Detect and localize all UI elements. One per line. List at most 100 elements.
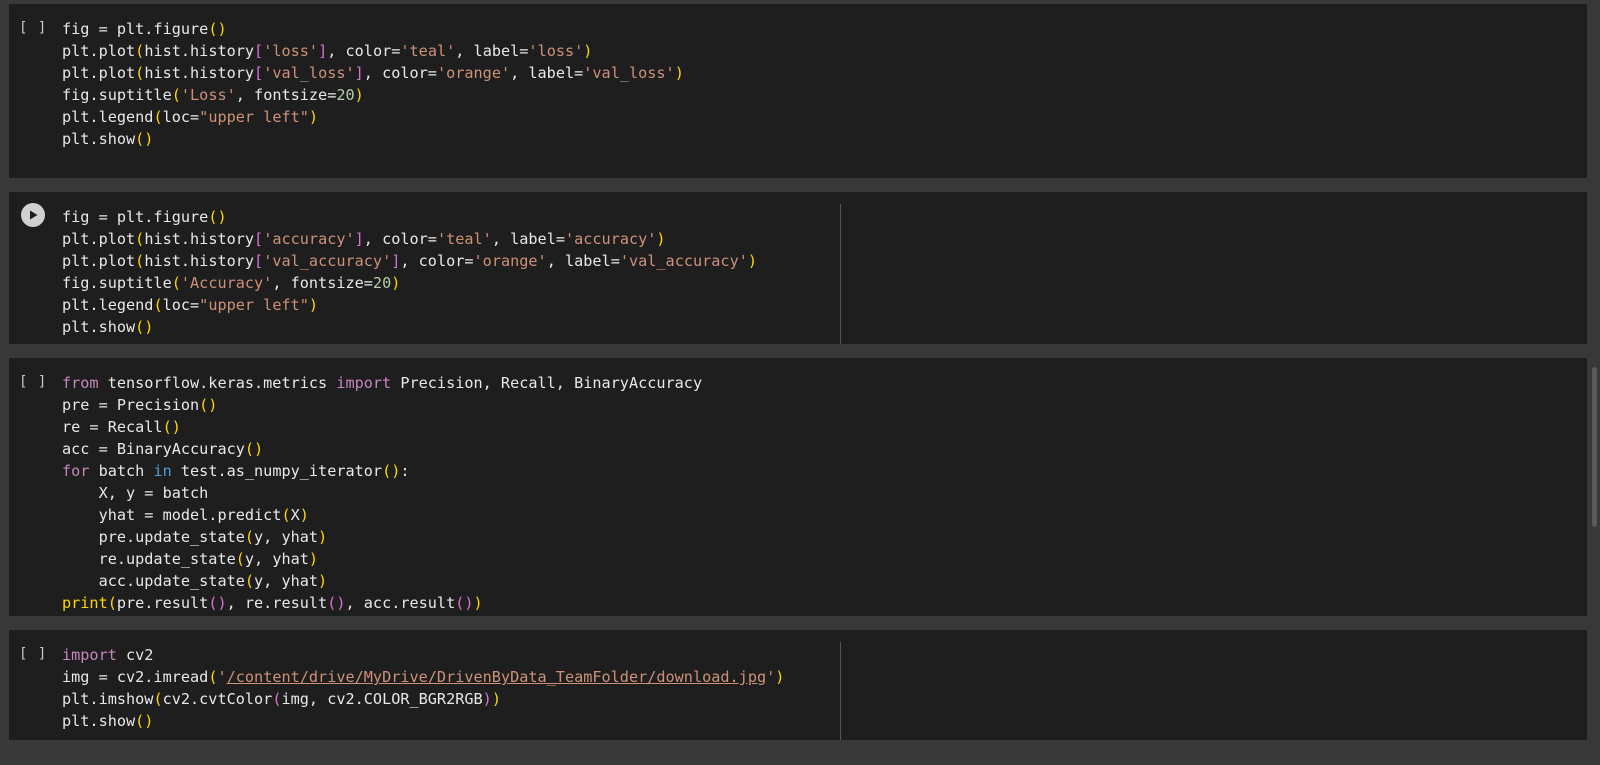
code-token: , label= [510, 64, 584, 82]
play-icon [30, 210, 38, 220]
code-token: , color= [327, 42, 401, 60]
code-token: () [382, 462, 401, 480]
code-token: ) [318, 528, 328, 546]
code-token: import [336, 374, 392, 392]
code-token: pre.result [116, 594, 209, 612]
code-token: () [208, 208, 227, 226]
code-token: plt.legend [62, 296, 154, 314]
code-token: 20 [372, 274, 392, 292]
code-line: acc = BinaryAccuracy() [62, 438, 702, 460]
code-line: yhat = model.predict(X) [62, 504, 702, 526]
code-token: acc.update_state [62, 572, 245, 590]
code-token: 'accuracy' [263, 230, 355, 248]
code-token: fig.suptitle [62, 86, 172, 104]
code-token: 'val_accuracy' [619, 252, 748, 270]
code-token: 'orange' [436, 64, 511, 82]
code-token: , fontsize= [235, 86, 337, 104]
code-token: plt.show [62, 130, 136, 148]
code-line: re = Recall() [62, 416, 702, 438]
code-token: ( [135, 64, 145, 82]
code-token: hist.history [144, 252, 255, 270]
code-token: in [153, 462, 172, 480]
code-token: for [62, 462, 90, 480]
cell-run-indicator[interactable]: [ ] [19, 646, 47, 662]
code-token: "upper left" [199, 296, 309, 314]
code-token: ] [318, 42, 328, 60]
code-token: hist.history [144, 230, 255, 248]
code-token: loc= [162, 296, 200, 314]
code-cell-imread[interactable]: [ ] import cv2 img = cv2.imread('/content… [9, 630, 1587, 740]
vertical-scrollbar[interactable] [1592, 367, 1597, 527]
code-line: print(pre.result(), re.result(), acc.res… [62, 592, 702, 614]
code-line: X, y = batch [62, 482, 702, 504]
code-line: plt.legend(loc="upper left") [62, 294, 757, 316]
code-token: : [400, 462, 410, 480]
code-line: fig = plt.figure() [62, 206, 757, 228]
code-token: test.as_numpy_iterator [171, 462, 383, 480]
code-line: import cv2 [62, 644, 784, 666]
code-token: ( [235, 550, 245, 568]
code-token: , color= [363, 230, 437, 248]
code-token: 'loss' [528, 42, 584, 60]
code-token: ( [135, 230, 145, 248]
notebook-page: [ ] fig = plt.figure() plt.plot(hist.hist… [0, 0, 1600, 765]
code-token: 'teal' [436, 230, 492, 248]
code-token: fig = plt.figure [62, 20, 209, 38]
code-token: plt.plot [62, 230, 136, 248]
code-token: ) [391, 274, 401, 292]
code-token: ) [473, 594, 483, 612]
code-line: re.update_state(y, yhat) [62, 548, 702, 570]
code-line: plt.show() [62, 128, 684, 150]
code-token: [ [254, 230, 264, 248]
code-cell-loss-plot[interactable]: [ ] fig = plt.figure() plt.plot(hist.hist… [9, 4, 1587, 178]
code-token: ) [775, 668, 785, 686]
code-token: plt.plot [62, 252, 136, 270]
code-line: plt.imshow(cv2.cvtColor(img, cv2.COLOR_B… [62, 688, 784, 710]
code-line: pre = Precision() [62, 394, 702, 416]
cell-run-indicator[interactable]: [ ] [19, 20, 47, 36]
code-line: pre.update_state(y, yhat) [62, 526, 702, 548]
code-token: [ [254, 64, 264, 82]
cell-code-editor[interactable]: import cv2 img = cv2.imread('/content/dri… [62, 644, 784, 732]
code-cell-accuracy-plot[interactable]: fig = plt.figure() plt.plot(hist.history[… [9, 192, 1587, 344]
code-token: ( [153, 690, 163, 708]
code-token: ( [171, 86, 181, 104]
cell-run-indicator[interactable]: [ ] [19, 374, 47, 390]
code-token: fig = plt.figure [62, 208, 209, 226]
cell-code-editor[interactable]: fig = plt.figure() plt.plot(hist.history[… [62, 18, 684, 150]
code-token: "upper left" [199, 108, 309, 126]
code-token: ) [308, 108, 319, 126]
code-token: ] [391, 252, 401, 270]
code-token: ) [583, 42, 593, 60]
code-token: 'val_accuracy' [263, 252, 392, 270]
run-cell-button[interactable] [21, 203, 45, 227]
cell-code-editor[interactable]: from tensorflow.keras.metrics import Pre… [62, 372, 702, 614]
code-token: ) [656, 230, 666, 248]
code-token: y, yhat [254, 572, 319, 590]
code-token: () [135, 712, 154, 730]
cell-code-editor[interactable]: fig = plt.figure() plt.plot(hist.history[… [62, 206, 757, 338]
code-token: ' [217, 668, 227, 686]
code-token: , label= [455, 42, 529, 60]
code-token: () [244, 440, 264, 458]
code-token: plt.show [62, 318, 136, 336]
code-token: re.update_state [62, 550, 236, 568]
code-line: acc.update_state(y, yhat) [62, 570, 702, 592]
code-token: ) [354, 86, 364, 104]
code-token: , label= [491, 230, 565, 248]
code-token: pre = Precision [62, 396, 200, 414]
code-token: yhat = model.predict [62, 506, 282, 524]
code-line: plt.plot(hist.history['loss'], color='te… [62, 40, 684, 62]
code-token: ( [244, 528, 255, 546]
code-cell-metrics[interactable]: [ ] from tensorflow.keras.metrics import… [9, 358, 1587, 616]
code-token: plt.legend [62, 108, 154, 126]
code-token: re = Recall [62, 418, 163, 436]
code-token: pre.update_state [62, 528, 245, 546]
code-token: () [162, 418, 181, 436]
code-token: () [208, 20, 227, 38]
code-token: , label= [546, 252, 620, 270]
code-token: () [199, 396, 218, 414]
code-token: 'teal' [400, 42, 456, 60]
code-line: plt.show() [62, 316, 757, 338]
code-token: 20 [336, 86, 355, 104]
